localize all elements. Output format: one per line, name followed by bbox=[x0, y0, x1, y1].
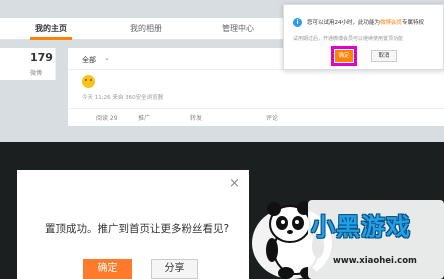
feed-filter[interactable]: 全部 bbox=[82, 55, 96, 65]
smiley-emoji-icon bbox=[82, 75, 95, 88]
comment-action[interactable]: 评论 bbox=[266, 113, 278, 122]
weibo-count: 179 bbox=[30, 51, 53, 64]
active-tab-indicator bbox=[30, 37, 72, 40]
tab-my-album[interactable]: 我的相册 bbox=[130, 23, 162, 34]
dialog-message: 置顶成功。推广到首页让更多粉丝看见? bbox=[45, 223, 230, 235]
weibo-profile-panel: 我的主页 我的相册 管理中心 179 微博 全部 ⌄ 今天 11:26 来自 3… bbox=[0, 0, 444, 142]
weibo-count-stat[interactable]: 179 微博 bbox=[0, 48, 56, 80]
share-button[interactable]: 分享 bbox=[151, 259, 198, 279]
tab-my-home[interactable]: 我的主页 bbox=[35, 23, 67, 34]
watermark-title: 小黑游戏 bbox=[311, 213, 411, 241]
trial-note: 试用期过后，开通微博会员可以继续使用置顶功能 bbox=[293, 36, 404, 42]
member-trial-dialog: i 您可以试用24小时，此功能为微博会员专属特权 试用期过后，开通微博会员可以继… bbox=[283, 4, 444, 70]
info-icon: i bbox=[293, 18, 302, 27]
post-meta: 今天 11:26 来自 360安全浏览器 bbox=[82, 95, 164, 101]
close-icon[interactable]: × bbox=[229, 176, 240, 191]
trial-message: 您可以试用24小时，此功能为微博会员专属特权 bbox=[307, 20, 425, 26]
chevron-down-icon[interactable]: ⌄ bbox=[104, 54, 110, 62]
repost-action[interactable]: 转发 bbox=[190, 113, 202, 122]
weibo-count-label: 微博 bbox=[30, 70, 43, 77]
read-count: 阅读 29 bbox=[96, 115, 118, 122]
cancel-button[interactable]: 取消 bbox=[371, 50, 397, 62]
post-actions-bar: 阅读 29 推广 转发 评论 bbox=[68, 108, 444, 126]
promote-action[interactable]: 推广 bbox=[138, 113, 150, 122]
confirm-button[interactable]: 确定 bbox=[83, 259, 132, 279]
pin-success-dialog: × 置顶成功。推广到首页让更多粉丝看见? 确定 分享 bbox=[17, 170, 249, 279]
tab-management[interactable]: 管理中心 bbox=[222, 23, 254, 34]
confirm-button[interactable]: 确定 bbox=[335, 50, 353, 62]
watermark-url: www.xiaohei.com bbox=[333, 256, 417, 266]
vip-link[interactable]: 微博会员 bbox=[380, 20, 402, 26]
